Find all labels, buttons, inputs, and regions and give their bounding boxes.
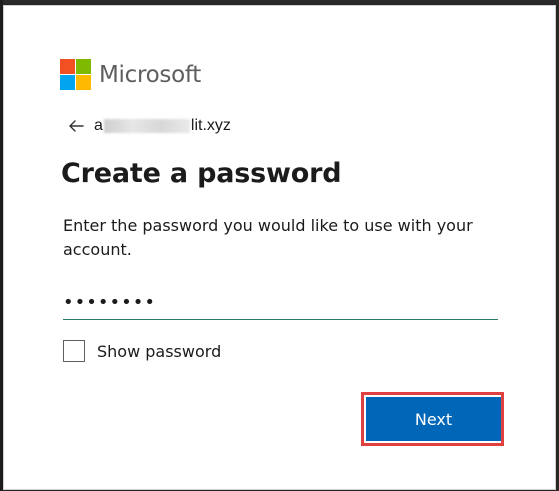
page-description: Enter the password you would like to use…	[63, 216, 473, 259]
microsoft-logo-icon	[60, 59, 91, 90]
brand-name: Microsoft	[99, 61, 201, 88]
show-password-checkbox[interactable]	[63, 340, 85, 362]
arrow-left-icon[interactable]	[66, 116, 86, 136]
show-password-row: Show password	[63, 340, 221, 362]
microsoft-logo: Microsoft	[60, 59, 201, 90]
email-redacted-section	[103, 119, 190, 133]
sign-in-dialog: Microsoft a lit.xyz Create a password En…	[3, 5, 556, 490]
next-button[interactable]: Next	[366, 397, 501, 441]
password-input[interactable]	[63, 287, 498, 317]
page-title: Create a password	[61, 158, 342, 189]
email-suffix: lit.xyz	[190, 117, 231, 134]
password-field-container	[63, 287, 498, 320]
email-prefix: a	[94, 117, 103, 134]
show-password-label[interactable]: Show password	[97, 342, 221, 361]
identity-banner: a lit.xyz	[66, 116, 231, 136]
